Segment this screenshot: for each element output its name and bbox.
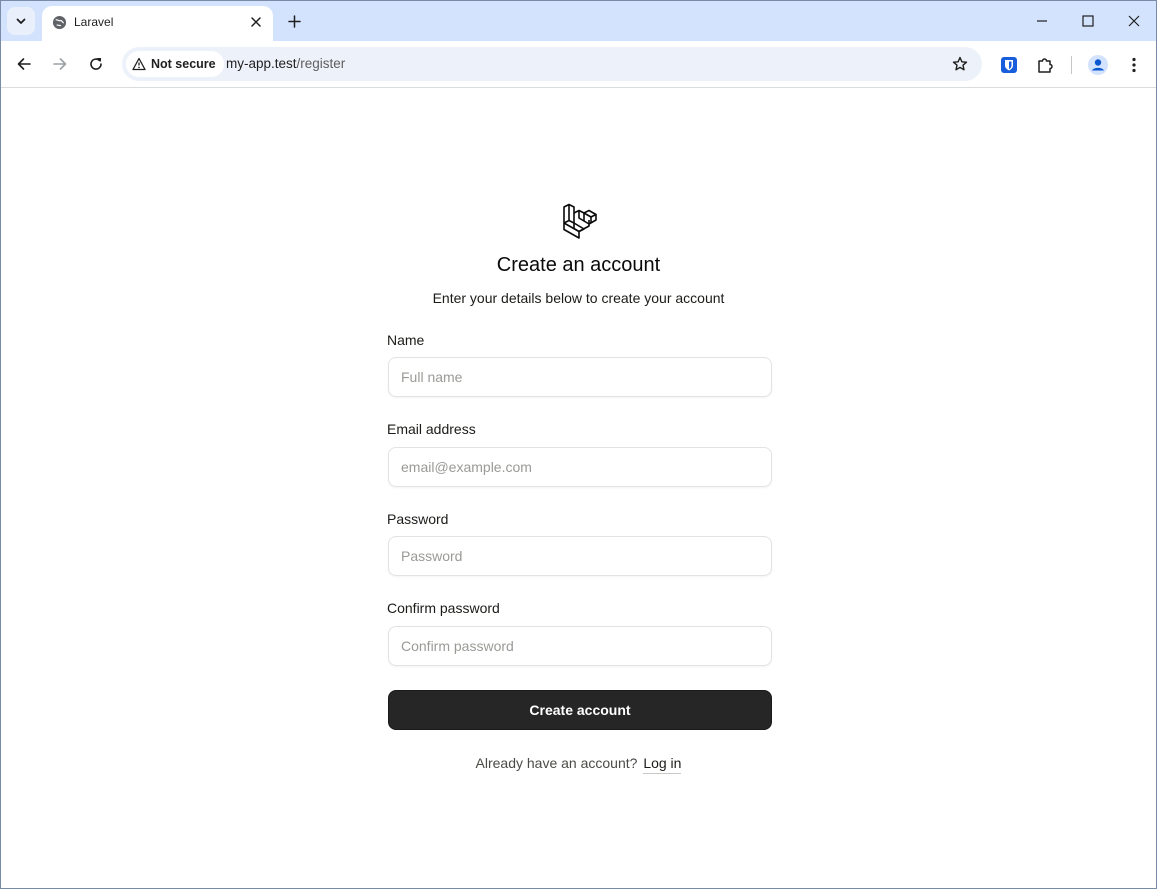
browser-window: Laravel Not secure my-app.test/register … <box>0 0 1157 889</box>
minimize-icon <box>1037 20 1047 22</box>
confirm-password-label: Confirm password <box>387 600 500 616</box>
tab-title: Laravel <box>74 15 114 29</box>
security-indicator[interactable]: Not secure <box>126 51 224 77</box>
security-label: Not secure <box>151 57 216 71</box>
bitwarden-extension-button[interactable] <box>997 53 1021 77</box>
person-icon <box>1088 55 1108 75</box>
close-window-button[interactable] <box>1119 7 1149 35</box>
maximize-icon <box>1082 15 1094 27</box>
login-link[interactable]: Log in <box>643 755 682 774</box>
login-prompt-text: Already have an account? <box>475 755 638 771</box>
arrow-left-icon <box>17 58 31 70</box>
browser-menu-button[interactable] <box>1122 53 1146 77</box>
url-text[interactable]: my-app.test/register <box>226 56 345 71</box>
page-subtitle: Enter your details below to create your … <box>432 290 725 306</box>
name-input[interactable] <box>388 357 772 397</box>
laravel-logo <box>563 203 597 239</box>
tab-strip: Laravel <box>1 1 1156 41</box>
confirm-password-input[interactable] <box>388 626 772 666</box>
extensions-button[interactable] <box>1033 53 1057 77</box>
address-bar[interactable]: Not secure my-app.test/register <box>122 47 982 81</box>
toolbar-separator <box>1071 56 1072 74</box>
new-tab-button[interactable] <box>283 10 305 32</box>
page-content: Create an account Enter your details bel… <box>1 88 1156 888</box>
bookmark-button[interactable] <box>950 54 970 74</box>
url-host: my-app.test <box>226 56 297 71</box>
shield-icon <box>1001 57 1017 73</box>
profile-button[interactable] <box>1086 53 1110 77</box>
reload-icon <box>90 58 102 70</box>
tab-close-button[interactable] <box>247 13 265 31</box>
globe-icon <box>52 15 67 30</box>
back-button[interactable] <box>11 51 37 77</box>
chevron-down-icon <box>16 18 26 24</box>
name-label: Name <box>387 332 425 348</box>
maximize-button[interactable] <box>1073 7 1103 35</box>
page-title: Create an account <box>496 254 661 276</box>
tab-search-button[interactable] <box>7 7 35 35</box>
browser-toolbar: Not secure my-app.test/register <box>1 41 1156 88</box>
puzzle-icon <box>1038 58 1053 73</box>
kebab-menu-icon <box>1132 57 1136 73</box>
minimize-button[interactable] <box>1027 7 1057 35</box>
email-input[interactable] <box>388 447 772 487</box>
star-icon <box>952 56 968 71</box>
forward-button[interactable] <box>47 51 73 77</box>
tab-active[interactable]: Laravel <box>42 6 273 41</box>
create-account-button[interactable]: Create account <box>388 690 772 730</box>
warning-icon <box>132 57 146 71</box>
password-label: Password <box>387 511 449 527</box>
email-label: Email address <box>387 421 476 437</box>
url-path: /register <box>296 56 346 71</box>
login-prompt-row: Already have an account? Log in <box>1 755 1156 774</box>
close-icon <box>1128 15 1140 27</box>
arrow-right-icon <box>53 58 67 70</box>
plus-icon <box>287 14 301 28</box>
password-input[interactable] <box>388 536 772 576</box>
close-icon <box>251 17 261 27</box>
reload-button[interactable] <box>83 51 109 77</box>
